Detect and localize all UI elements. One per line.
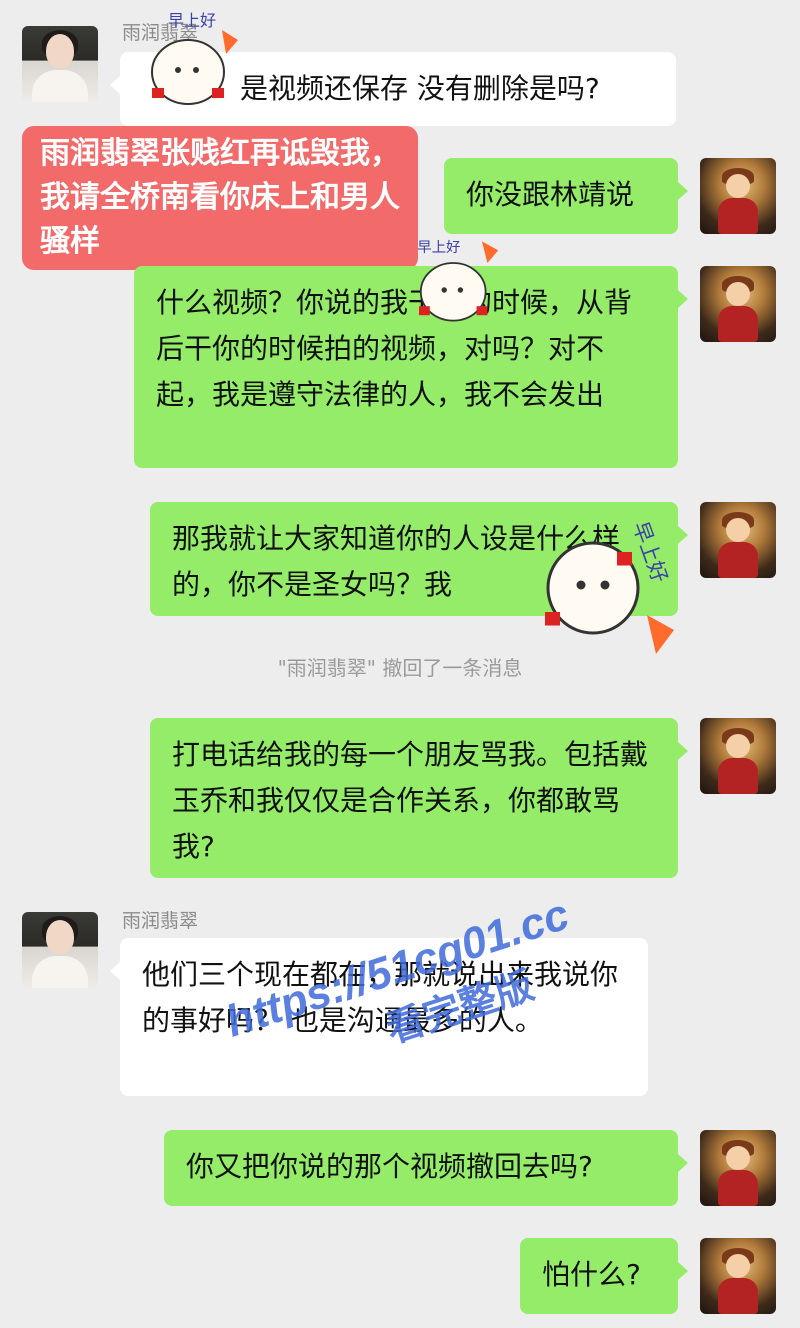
avatar-face: [46, 34, 74, 68]
message-text: 你没跟林靖说: [466, 178, 635, 211]
avatar-face: [726, 518, 750, 542]
avatar-face: [726, 282, 750, 306]
message-bubble[interactable]: 他们三个现在都在，那就说出来我说你的事好吗？ 也是沟通最多的人。: [110, 938, 648, 1096]
message-bubble[interactable]: 打电话给我的每一个朋友骂我。包括戴玉乔和我仅仅是合作关系，你都敢骂我?: [150, 718, 688, 878]
message-text: 怕什么?: [542, 1258, 641, 1291]
message-bubble[interactable]: 你没跟林靖说: [444, 158, 688, 234]
avatar-body: [32, 956, 88, 988]
friend-avatar[interactable]: [22, 912, 98, 988]
message-bubble[interactable]: 怕什么?: [520, 1238, 688, 1314]
message-bubble[interactable]: 你又把你说的那个视频撤回去吗?: [164, 1130, 688, 1206]
message-text: 你又把你说的那个视频撤回去吗?: [186, 1150, 593, 1183]
avatar-body: [718, 198, 758, 234]
overlay-caption: 雨润翡翠张贱红再诋毁我，我请全桥南看你床上和男人骚样: [22, 126, 418, 270]
sticker-label: 早上好: [168, 11, 216, 30]
avatar-body: [32, 70, 88, 102]
my-avatar[interactable]: [700, 1238, 776, 1314]
my-avatar[interactable]: [700, 1130, 776, 1206]
avatar-face: [726, 174, 750, 198]
sticker-icon: 早上好: [545, 518, 674, 654]
avatar-face: [726, 1254, 750, 1278]
avatar-body: [718, 306, 758, 342]
avatar-body: [718, 542, 758, 578]
my-avatar[interactable]: [700, 266, 776, 342]
my-avatar[interactable]: [700, 158, 776, 234]
my-avatar[interactable]: [700, 502, 776, 578]
my-avatar[interactable]: [700, 718, 776, 794]
message-text: 他们三个现在都在，那就说出来我说你的事好吗？ 也是沟通最多的人。: [142, 958, 619, 1037]
avatar-body: [718, 1278, 758, 1314]
avatar-face: [46, 920, 74, 954]
sender-name: 雨润翡翠: [122, 910, 199, 932]
avatar-face: [726, 734, 750, 758]
sticker-label: 早上好: [417, 239, 460, 256]
friend-avatar[interactable]: [22, 26, 98, 102]
avatar-body: [718, 1170, 758, 1206]
avatar-face: [726, 1146, 750, 1170]
message-text: 打电话给我的每一个朋友骂我。包括戴玉乔和我仅仅是合作关系，你都敢骂我?: [172, 738, 649, 863]
message-bubble[interactable]: 什么视频？你说的我干你的时候，从背后干你的时候拍的视频，对吗？对不起，我是遵守法…: [134, 266, 688, 468]
recall-notice: "雨润翡翠" 撤回了一条消息: [277, 656, 523, 680]
sticker-icon: 早上好: [151, 11, 238, 105]
message-text: 什么视频？你说的我干你的时候，从背后干你的时候拍的视频，对吗？对不起，我是遵守法…: [156, 286, 633, 411]
sticker-icon: 早上好: [417, 239, 499, 322]
message-text: 是视频还保存 没有删除是吗?: [240, 72, 600, 105]
avatar-body: [718, 758, 758, 794]
